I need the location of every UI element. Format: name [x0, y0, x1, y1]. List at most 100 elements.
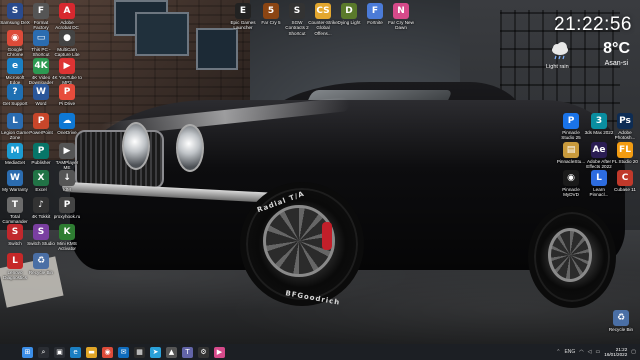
desktop-icon[interactable]: ♻ Recycle Bin — [26, 253, 56, 275]
desktop-icon[interactable]: Ps Adobe Photosh... — [610, 113, 640, 141]
app-icon: S — [33, 224, 49, 240]
desktop-icon-label: IdM — [63, 187, 71, 192]
temperature: 8°C — [603, 40, 630, 57]
chevron-up-icon[interactable]: ⌃ — [556, 349, 560, 355]
taskbar-apps: ⊞ ⌕ ▣ e ▬ ◉ ✉ ▦ ➤ ▲ T ⚙ ▶ — [22, 344, 225, 360]
desktop-icon[interactable]: A Adobe Acrobat DC — [52, 3, 82, 31]
app-icon: P — [33, 143, 49, 159]
desktop-icon[interactable]: ↓ IdM — [52, 170, 82, 192]
desktop-icon[interactable]: P Pinnacle Studio 25 — [556, 113, 586, 141]
app-icon: FL — [617, 142, 633, 158]
app-icon: ● — [59, 30, 75, 46]
app-icon: A — [59, 3, 75, 19]
desktop-icon-label: Mini KMS Activator — [57, 241, 77, 252]
car-grille — [75, 130, 164, 189]
desktop-icon[interactable]: ◉ Pinnacle MyDVD — [556, 170, 586, 198]
app-icon: P — [59, 84, 75, 100]
taskbar-search-icon[interactable]: ⌕ — [38, 346, 49, 358]
desktop-icon-label: Pi Drive — [58, 101, 76, 106]
desktop-icon-label: proxyhook.ru — [53, 214, 81, 219]
app-icon: F — [367, 3, 383, 19]
app-icon: ◉ — [563, 170, 579, 186]
app-icon: L — [7, 113, 23, 129]
taskbar-edge-icon[interactable]: e — [70, 346, 81, 358]
app-icon: ▭ — [33, 30, 49, 46]
headlight — [176, 124, 204, 172]
taskbar-start-icon[interactable]: ⊞ — [22, 346, 33, 358]
taskbar-clock[interactable]: 21:22 16/01/2022 — [604, 347, 627, 358]
desktop-icon-label: Recycle Bin — [608, 327, 634, 332]
taskbar-settings-icon[interactable]: ⚙ — [198, 346, 209, 358]
app-icon: 3 — [591, 113, 607, 129]
desktop-icon[interactable]: ▶ 4K YouTube to MP3 — [52, 58, 82, 86]
desktop-icon[interactable]: E Epic Games Launcher — [228, 3, 258, 31]
desktop-icon[interactable]: ♻ Recycle Bin — [606, 310, 636, 332]
app-icon: D — [341, 3, 357, 19]
app-icon: ? — [7, 84, 23, 100]
widget-clock: 21:22:56 — [554, 14, 632, 35]
taskbar-media-icon[interactable]: ▶ — [214, 346, 225, 358]
app-icon: W — [7, 170, 23, 186]
app-icon: ♻ — [33, 253, 49, 269]
taskbar-task-view-icon[interactable]: ▣ — [54, 346, 65, 358]
app-icon: ↓ — [59, 170, 75, 186]
taskbar-store-icon[interactable]: ▦ — [134, 346, 145, 358]
building-window — [135, 12, 189, 56]
desktop-icon[interactable]: ▶ TAMPlayer ME — [52, 143, 82, 171]
app-icon: P — [59, 197, 75, 213]
taskbar-teams-icon[interactable]: T — [182, 346, 193, 358]
desktop-icon[interactable]: ▤ PinnacleStu... — [556, 142, 586, 164]
taskbar: ⊞ ⌕ ▣ e ▬ ◉ ✉ ▦ ➤ ▲ T ⚙ ▶ ⌃ ENG ◠ ◁ ▭ 21:22 16/01/20… — [0, 344, 640, 360]
app-icon: S — [7, 224, 23, 240]
app-icon: S — [289, 3, 305, 19]
weather-condition: Light rain — [546, 64, 569, 70]
app-icon: ◉ — [7, 30, 23, 46]
desktop-icon-label: MultiCam Capture Lite — [54, 47, 80, 58]
wallpaper: Radial T/A BFGoodrich — [0, 0, 640, 344]
taskbar-telegram-icon[interactable]: ➤ — [150, 346, 161, 358]
desktop-icon[interactable]: K Mini KMS Activator — [52, 224, 82, 252]
app-icon: ▶ — [59, 143, 75, 159]
desktop-icon[interactable]: FL FL Studio 20 — [610, 142, 640, 164]
taskbar-chrome-icon[interactable]: ◉ — [102, 346, 113, 358]
desktop-icon[interactable]: ● MultiCam Capture Lite — [52, 30, 82, 58]
app-icon: C — [617, 170, 633, 186]
app-icon: 4K — [33, 58, 49, 74]
desktop-icon[interactable]: C Cubase 11 — [610, 170, 640, 192]
weather-location: Asan-si — [604, 60, 628, 67]
desktop-icon-label: FL Studio 20 — [612, 159, 638, 164]
desktop-icon-label: OneDrive — [57, 130, 77, 135]
app-icon: Ae — [591, 142, 607, 158]
volume-icon[interactable]: ◁ — [588, 349, 592, 355]
app-icon: T — [7, 197, 23, 213]
taskbar-explorer-icon[interactable]: ▬ — [86, 346, 97, 358]
wifi-icon[interactable]: ◠ — [579, 349, 583, 355]
app-icon: ♻ — [613, 310, 629, 326]
battery-icon[interactable]: ▭ — [596, 349, 601, 355]
app-icon: ▤ — [563, 142, 579, 158]
desktop-icon[interactable]: Pproxyhook.ru — [52, 197, 82, 219]
app-icon: N — [393, 3, 409, 19]
taskbar-photos-icon[interactable]: ▲ — [166, 346, 177, 358]
app-icon: e — [7, 58, 23, 74]
desktop-icon-label: PinnacleStu... — [556, 159, 586, 164]
app-icon: L — [591, 170, 607, 186]
app-icon: Ps — [617, 113, 633, 129]
desktop-icon[interactable]: ☁ OneDrive — [52, 113, 82, 135]
app-icon: ☁ — [59, 113, 75, 129]
app-icon: X — [33, 170, 49, 186]
desktop-icon[interactable]: P Pi Drive — [52, 84, 82, 106]
desktop-icon-label: Cubase 11 — [614, 187, 636, 192]
building-window — [196, 28, 238, 70]
app-icon: S — [7, 3, 23, 19]
notification-icon[interactable]: ▢ — [631, 349, 636, 355]
app-icon: P — [33, 113, 49, 129]
app-icon: E — [235, 3, 251, 19]
taskbar-mail-icon[interactable]: ✉ — [118, 346, 129, 358]
desktop-icon-label: Recycle Bin — [28, 270, 54, 275]
app-icon: K — [59, 224, 75, 240]
desktop-icon[interactable]: N Far Cry New Dawn — [386, 3, 416, 31]
brake-caliper — [322, 222, 332, 250]
language-indicator[interactable]: ENG — [564, 349, 575, 355]
taskbar-date: 16/01/2022 — [604, 352, 628, 357]
